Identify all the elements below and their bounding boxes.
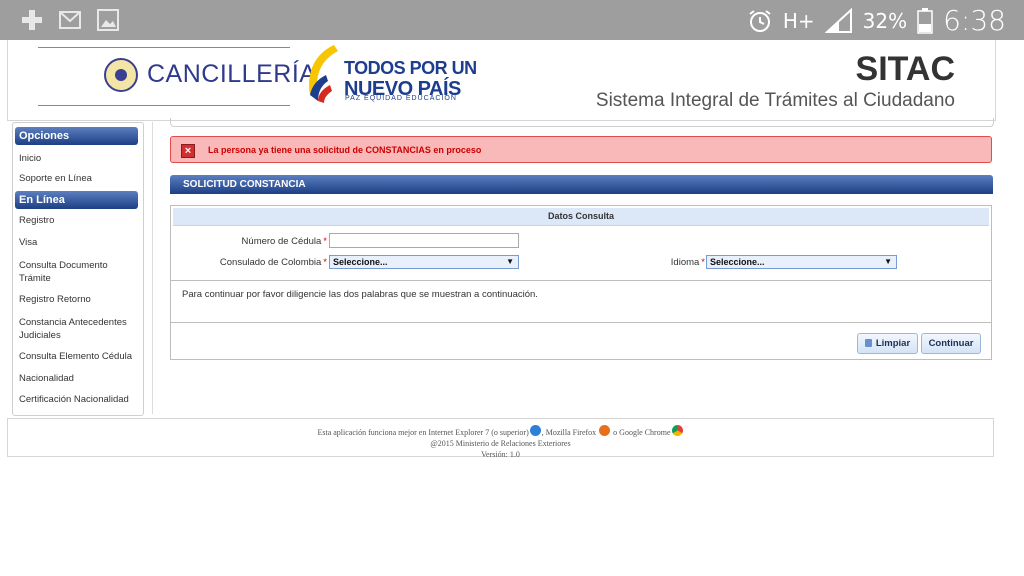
sidebar-section-en-linea: En Línea [15, 191, 138, 209]
cedula-label: Número de Cédula * [241, 236, 327, 247]
medical-cross-icon [22, 10, 42, 30]
coat-of-arms-icon [104, 58, 138, 92]
error-message: × La persona ya tiene una solicitud de C… [170, 136, 992, 163]
clock: 6:38 [943, 4, 1006, 37]
android-status-bar: H+ 32% 6:38 [0, 0, 1024, 40]
sidebar-section-opciones: Opciones [15, 127, 138, 145]
sidebar-item-certificacion[interactable]: Certificación Nacionalidad [13, 394, 143, 405]
clear-button[interactable]: Limpiar [857, 333, 918, 354]
error-close-icon: × [181, 144, 195, 158]
cedula-input[interactable] [329, 233, 519, 248]
consulado-select[interactable]: Seleccione... ▼ [329, 255, 519, 269]
consulado-label: Consulado de Colombia * [219, 257, 327, 268]
continue-button[interactable]: Continuar [921, 333, 981, 354]
app-subtitle: Sistema Integral de Trámites al Ciudadan… [595, 90, 955, 111]
dropdown-arrow-icon: ▼ [884, 257, 892, 266]
error-text: La persona ya tiene una solicitud de CON… [208, 145, 482, 155]
content-top-strip [170, 118, 994, 127]
form-panel: Datos Consulta Número de Cédula * Consula… [170, 205, 992, 360]
alarm-icon [749, 9, 771, 32]
network-type: H+ [782, 8, 815, 33]
gallery-icon [97, 9, 119, 31]
firefox-icon [599, 425, 611, 436]
sidebar-item-constancia[interactable]: Constancia Antecedentes Judiciales [13, 316, 143, 342]
site-footer: Esta aplicación funciona mejor en Intern… [7, 418, 994, 459]
battery-icon [917, 7, 933, 34]
notification-icons [20, 8, 120, 32]
copyright: @2015 Ministerio de Relaciones Exteriore… [430, 439, 571, 448]
gmail-icon [59, 11, 81, 29]
idioma-label: Idioma * [670, 257, 705, 268]
sidebar-item-inicio[interactable]: Inicio [13, 153, 143, 164]
panel-title: Datos Consulta [173, 208, 989, 226]
colombia-flag-logo-icon [309, 45, 338, 103]
battery-percent: 32% [862, 8, 908, 33]
panel-divider [171, 280, 991, 281]
required-mark: * [701, 257, 705, 268]
internet-explorer-icon [529, 425, 541, 436]
idioma-select[interactable]: Seleccione... ▼ [706, 255, 897, 269]
sidebar-item-registro[interactable]: Registro [13, 215, 143, 226]
trash-icon [864, 339, 872, 347]
sidebar-item-consulta-cedula[interactable]: Consulta Elemento Cédula [13, 351, 143, 362]
sidebar-item-registro-retorno[interactable]: Registro Retorno [13, 294, 143, 305]
captcha-instruction: Para continuar por favor diligencie las … [182, 289, 538, 300]
site-header: CANCILLERÍA TODOS POR UN NUEVO PAÍS PAZ … [7, 40, 996, 121]
sidebar-menu: Opciones Inicio Soporte en Línea En Líne… [12, 122, 144, 416]
sidebar-item-soporte[interactable]: Soporte en Línea [13, 173, 143, 184]
cancilleria-logo: CANCILLERÍA [147, 60, 317, 88]
content-divider [152, 122, 153, 414]
required-mark: * [323, 236, 327, 247]
dropdown-arrow-icon: ▼ [506, 257, 514, 266]
slogan-line-3: PAZ EQUIDAD EDUCACIÓN [345, 95, 457, 102]
signal-icon [824, 7, 852, 33]
header-divider-bottom [38, 105, 290, 106]
browser-compat-line: Esta aplicación funciona mejor en Intern… [8, 425, 993, 438]
app-name: SITAC [855, 50, 955, 88]
header-divider-top [38, 47, 290, 48]
chrome-icon [671, 425, 683, 436]
panel-divider [171, 322, 991, 323]
required-mark: * [323, 257, 327, 268]
version: Versión: 1.0 [481, 450, 520, 459]
slogan-line-1: TODOS POR UN [344, 58, 477, 78]
system-icons: H+ 32% 6:38 [747, 4, 1006, 37]
sidebar-item-nacionalidad[interactable]: Nacionalidad [13, 373, 143, 384]
sidebar-item-consulta-documento[interactable]: Consulta Documento Trámite [13, 259, 143, 285]
sidebar-item-visa[interactable]: Visa [13, 237, 143, 248]
section-title: SOLICITUD CONSTANCIA [170, 175, 993, 194]
